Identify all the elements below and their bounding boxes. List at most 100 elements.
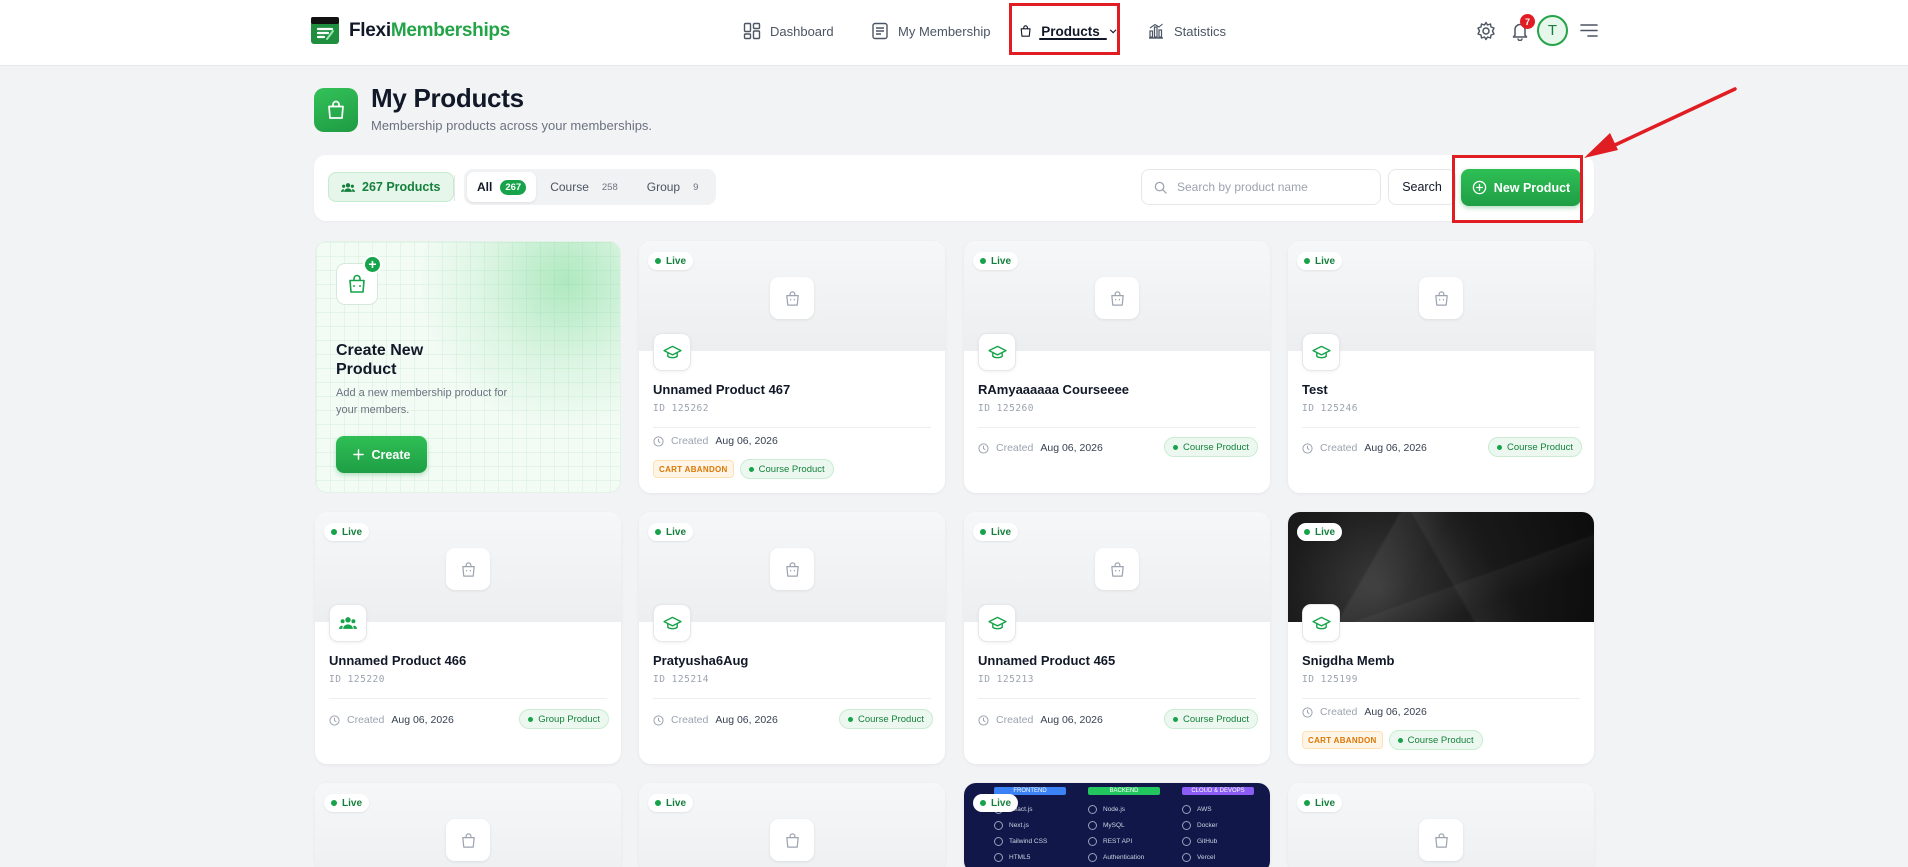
created-date: Created Aug 06, 2026 (653, 714, 778, 726)
product-card[interactable]: FRONTEND React.js Next.js Tailwind CSS H… (964, 783, 1270, 867)
create-button-label: Create (371, 447, 411, 462)
product-card[interactable]: Live Snigdha Memb ID 125199 Created Aug 0… (1288, 512, 1594, 764)
product-card[interactable]: Live RAmyaaaaaa Courseeee ID 125260 Crea… (964, 241, 1270, 493)
shopping-bag-icon (461, 832, 475, 848)
product-id: ID 125246 (1302, 403, 1358, 414)
nav-statistics[interactable]: Statistics (1147, 0, 1226, 62)
shopping-bag-icon (461, 561, 475, 577)
live-status-badge: Live (648, 523, 694, 541)
product-card[interactable]: Live Test ID 125246 Created Aug 06, 2026 … (1288, 241, 1594, 493)
toolbar-divider (454, 175, 455, 201)
product-tags: CART ABANDON Course Product (653, 459, 834, 479)
product-type-badge: Course Product (1163, 709, 1258, 729)
created-date: Created Aug 06, 2026 (653, 435, 778, 447)
course-type-tile (653, 604, 691, 642)
card-divider (1302, 427, 1580, 428)
product-id: ID 125199 (1302, 674, 1358, 685)
nav-my-membership[interactable]: My Membership (871, 0, 990, 62)
tab-group-count: 9 (693, 181, 699, 193)
product-card[interactable]: Live Unnamed Product 465 ID 125213 Creat… (964, 512, 1270, 764)
created-date: Created Aug 06, 2026 (978, 714, 1103, 726)
product-card[interactable]: Live Pratyusha6Aug ID 125214 Created Aug … (639, 512, 945, 764)
clock-icon (653, 714, 664, 726)
tech-item: GitHub (1182, 833, 1254, 849)
shopping-bag-icon (785, 561, 799, 577)
product-card[interactable]: Live (1288, 783, 1594, 867)
tab-all-count: 267 (500, 179, 527, 195)
product-type-badge: Course Product (739, 459, 834, 479)
tab-course-label: Course (550, 180, 589, 194)
new-product-highlight-box (1452, 155, 1583, 223)
clock-icon (1302, 706, 1313, 718)
group-type-tile (329, 604, 367, 642)
created-date: Created Aug 06, 2026 (329, 714, 454, 726)
live-status-badge: Live (324, 794, 370, 812)
tech-item: Vercel (1182, 849, 1254, 865)
product-id: ID 125213 (978, 674, 1034, 685)
product-name: Unnamed Product 467 (653, 382, 791, 397)
product-id: ID 125214 (653, 674, 709, 685)
live-status-badge: Live (324, 523, 370, 541)
product-name: Test (1302, 382, 1328, 397)
product-image-placeholder (1419, 819, 1463, 861)
settings-gear-icon[interactable] (1476, 21, 1496, 41)
user-avatar[interactable]: T (1537, 15, 1568, 46)
page-products-icon (314, 88, 358, 132)
filter-toolbar: 267 Products All 267 Course 258 Group 9 Sea… (314, 155, 1594, 221)
product-name: Unnamed Product 465 (978, 653, 1116, 668)
product-image-placeholder (1095, 548, 1139, 590)
tech-item: Tailwind CSS (994, 833, 1066, 849)
shopping-bag-icon (1434, 290, 1448, 306)
tab-all-label: All (477, 180, 493, 194)
create-button[interactable]: Create (336, 436, 427, 473)
tech-stack-graphic: FRONTEND React.js Next.js Tailwind CSS H… (994, 787, 1254, 865)
tab-course[interactable]: Course 258 (540, 172, 633, 202)
shopping-bag-icon (1110, 290, 1124, 306)
annotation-arrow-icon (1584, 87, 1737, 158)
search-input[interactable] (1177, 180, 1367, 194)
product-image-placeholder (770, 819, 814, 861)
product-image-placeholder (446, 548, 490, 590)
course-type-tile (1302, 604, 1340, 642)
product-image-placeholder (1095, 277, 1139, 319)
product-name: RAmyaaaaaa Courseeee (978, 382, 1130, 397)
membership-icon (872, 22, 888, 40)
live-status-badge: Live (973, 794, 1019, 812)
product-image-placeholder (770, 277, 814, 319)
tech-column-head: CLOUD & DEVOPS (1182, 787, 1254, 795)
graduation-cap-icon (662, 616, 682, 629)
product-image-placeholder (1419, 277, 1463, 319)
graduation-cap-icon (987, 345, 1007, 358)
search-button[interactable]: Search (1388, 169, 1456, 205)
product-card[interactable]: Live Unnamed Product 466 ID 125220 Creat… (315, 512, 621, 764)
search-icon (1154, 181, 1167, 194)
products-count-badge: 267 Products (328, 172, 454, 202)
product-card[interactable]: Live Unnamed Product 467 ID 125262 Creat… (639, 241, 945, 493)
menu-hamburger-icon[interactable] (1580, 23, 1598, 38)
products-count-label: 267 Products (362, 180, 441, 194)
product-type-badge: Course Product (1487, 437, 1582, 457)
product-name: Unnamed Product 466 (329, 653, 467, 668)
products-highlight-box (1009, 3, 1120, 55)
app-logo[interactable]: FlexiMemberships (311, 17, 510, 44)
card-divider (329, 698, 607, 699)
product-card[interactable]: Live (639, 783, 945, 867)
live-status-badge: Live (973, 252, 1019, 270)
created-date: Created Aug 06, 2026 (1302, 442, 1427, 454)
clock-icon (653, 435, 664, 447)
product-id: ID 125220 (329, 674, 385, 685)
tab-group-label: Group (646, 180, 681, 194)
nav-dashboard[interactable]: Dashboard (743, 0, 834, 62)
card-divider (653, 427, 931, 428)
nav-statistics-label: Statistics (1174, 23, 1227, 39)
create-new-product-card[interactable]: + Create New Product Add a new membershi… (315, 241, 621, 493)
product-image-placeholder (446, 819, 490, 861)
tab-all[interactable]: All 267 (467, 172, 537, 202)
tab-group[interactable]: Group 9 (637, 172, 714, 202)
search-field[interactable] (1141, 169, 1381, 205)
graduation-cap-icon (662, 345, 682, 358)
app-name: FlexiMemberships (349, 19, 510, 41)
create-card-description: Add a new membership product for your me… (336, 387, 508, 416)
product-card[interactable]: Live (315, 783, 621, 867)
product-type-badge: Course Product (1388, 730, 1483, 750)
